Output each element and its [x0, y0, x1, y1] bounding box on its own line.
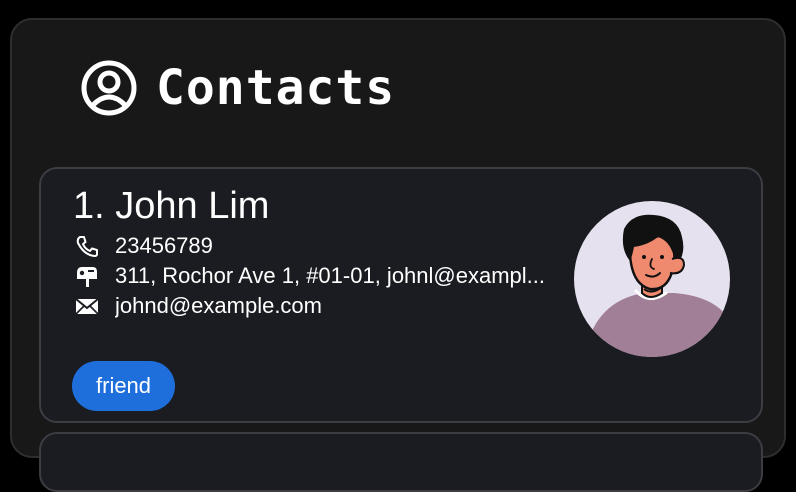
contact-name: 1. John Lim [73, 185, 270, 227]
contact-address-row: 311, Rochor Ave 1, #01-01, johnl@exampl.… [75, 263, 555, 289]
contact-address: 311, Rochor Ave 1, #01-01, johnl@exampl.… [115, 263, 545, 288]
contacts-panel: Contacts 1. John Lim 23456789 311, Rocho… [10, 18, 786, 492]
contact-email: johnd@example.com [115, 293, 322, 318]
contact-email-row: johnd@example.com [75, 293, 555, 319]
contact-phone-row: 23456789 [75, 233, 555, 259]
panel-header: Contacts [80, 58, 395, 118]
phone-icon [76, 236, 98, 257]
contact-card-next[interactable] [39, 432, 763, 492]
contact-phone: 23456789 [115, 233, 213, 258]
tag-badge: friend [72, 361, 176, 411]
mailbox-icon [77, 267, 97, 287]
envelope-icon [75, 298, 99, 315]
avatar-illustration [574, 201, 730, 357]
page-title: Contacts [156, 60, 396, 116]
contact-card[interactable]: 1. John Lim 23456789 311, Rochor Ave 1, … [39, 167, 763, 423]
user-circle-icon [81, 60, 137, 116]
